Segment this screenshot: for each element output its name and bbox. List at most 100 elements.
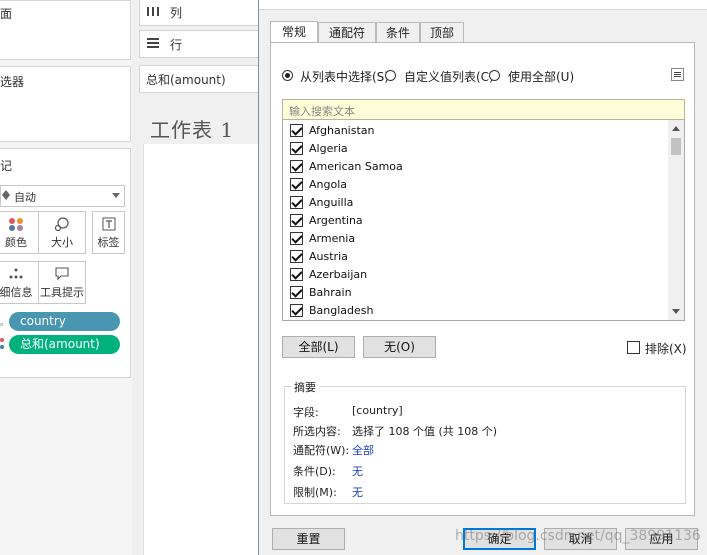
list-item-checkbox[interactable] bbox=[290, 178, 303, 191]
detail-button[interactable]: 细信息 bbox=[0, 261, 40, 304]
list-item-label: Argentina bbox=[309, 214, 363, 227]
filter-shelf-pill-label: 总和(amount) bbox=[146, 73, 226, 87]
list-item-checkbox[interactable] bbox=[290, 232, 303, 245]
summary-wildcard-key: 通配符(W): bbox=[293, 444, 350, 457]
filter-dialog: 常规 通配符 条件 顶部 从列表中选择(S) 自定义值列表(C) 使用全部(U)… bbox=[258, 0, 707, 555]
shelves-area: 列 行 总和(amount) 工作表 1 bbox=[132, 0, 260, 555]
summary-selection-value: 选择了 108 个值 (共 108 个) bbox=[352, 425, 498, 438]
scroll-thumb[interactable] bbox=[671, 138, 681, 155]
list-item-label: Anguilla bbox=[309, 196, 354, 209]
list-item-label: Bangladesh bbox=[309, 304, 374, 317]
list-item[interactable]: American Samoa bbox=[288, 158, 658, 176]
values-list[interactable]: Afghanistan Algeria American Samoa Angola An… bbox=[282, 120, 685, 321]
mark-type-icon bbox=[2, 190, 10, 200]
radio-use-all-label[interactable]: 使用全部(U) bbox=[508, 68, 574, 85]
summary-wildcard-link[interactable]: 全部 bbox=[352, 442, 374, 458]
sum-amount-pill[interactable]: 总和(amount) bbox=[9, 335, 120, 354]
filters-card: 选器 bbox=[0, 66, 131, 142]
tab-wildcard[interactable]: 通配符 bbox=[318, 22, 376, 42]
columns-shelf-label: 列 bbox=[170, 6, 183, 20]
color-dots-icon bbox=[9, 218, 23, 231]
label-icon bbox=[102, 217, 115, 231]
rows-icon bbox=[147, 38, 159, 48]
tab-top[interactable]: 顶部 bbox=[420, 22, 464, 42]
summary-field-value: [country] bbox=[352, 404, 403, 417]
marks-card: 记 自动 颜色 大小 标签 细信息 工具提示 ₒ country 总和(amou… bbox=[0, 148, 131, 378]
scroll-up-icon[interactable] bbox=[672, 126, 680, 131]
detail-icon bbox=[9, 268, 23, 279]
summary-limit-link[interactable]: 无 bbox=[352, 484, 363, 500]
chevron-down-icon bbox=[112, 193, 120, 198]
rows-shelf-label: 行 bbox=[170, 38, 183, 52]
list-item[interactable]: Austria bbox=[288, 248, 658, 266]
list-item[interactable]: Bahrain bbox=[288, 284, 658, 302]
filter-shelf-pill[interactable]: 总和(amount) bbox=[139, 65, 260, 93]
tab-general[interactable]: 常规 bbox=[270, 21, 318, 43]
list-item-label: Azerbaijan bbox=[309, 268, 368, 281]
list-item-checkbox[interactable] bbox=[290, 268, 303, 281]
radio-use-all[interactable] bbox=[489, 70, 500, 81]
list-item[interactable]: Bangladesh bbox=[288, 302, 658, 320]
summary-condition-key: 条件(D): bbox=[293, 465, 336, 478]
list-item[interactable]: Armenia bbox=[288, 230, 658, 248]
summary-limit-key: 限制(M): bbox=[293, 486, 337, 499]
list-item-checkbox[interactable] bbox=[290, 142, 303, 155]
list-item-checkbox[interactable] bbox=[290, 196, 303, 209]
left-side-panel: 面 选器 记 自动 颜色 大小 标签 细信息 工具提示 ₒ country 总和… bbox=[0, 0, 132, 555]
scroll-down-icon[interactable] bbox=[672, 309, 680, 314]
exclude-checkbox[interactable] bbox=[627, 341, 640, 354]
size-button-label: 大小 bbox=[51, 236, 73, 249]
detail-button-label: 细信息 bbox=[0, 286, 33, 299]
list-item[interactable]: Azerbaijan bbox=[288, 266, 658, 284]
list-item-label: Afghanistan bbox=[309, 124, 375, 137]
columns-shelf[interactable]: 列 bbox=[139, 0, 260, 26]
tooltip-icon bbox=[55, 267, 69, 281]
radio-select-from-list[interactable] bbox=[282, 70, 293, 81]
size-button[interactable]: 大小 bbox=[38, 211, 86, 254]
list-scrollbar[interactable] bbox=[668, 120, 684, 320]
dialog-title-bar bbox=[259, 0, 707, 10]
list-item[interactable]: Afghanistan bbox=[288, 122, 658, 140]
reset-button[interactable]: 重置 bbox=[272, 528, 345, 550]
pages-card-title: 面 bbox=[0, 7, 13, 21]
list-item-label: Austria bbox=[309, 250, 348, 263]
mark-type-dropdown[interactable]: 自动 bbox=[0, 185, 125, 207]
radio-custom-list[interactable] bbox=[385, 70, 396, 81]
list-item-checkbox[interactable] bbox=[290, 214, 303, 227]
radio-custom-list-label[interactable]: 自定义值列表(C) bbox=[404, 68, 494, 85]
label-button[interactable]: 标签 bbox=[92, 211, 125, 254]
select-all-button[interactable]: 全部(L) bbox=[282, 336, 355, 358]
list-item-checkbox[interactable] bbox=[290, 160, 303, 173]
tab-condition[interactable]: 条件 bbox=[376, 22, 420, 42]
marks-card-title: 记 bbox=[0, 159, 13, 173]
summary-title: 摘要 bbox=[291, 379, 319, 395]
exclude-label[interactable]: 排除(X) bbox=[645, 340, 687, 357]
color-button[interactable]: 颜色 bbox=[0, 211, 40, 254]
list-item[interactable]: Anguilla bbox=[288, 194, 658, 212]
list-item-label: Angola bbox=[309, 178, 348, 191]
country-pill[interactable]: country bbox=[9, 312, 120, 331]
list-item[interactable]: Argentina bbox=[288, 212, 658, 230]
search-input[interactable]: 输入搜索文本 bbox=[282, 99, 685, 120]
tooltip-button-label: 工具提示 bbox=[40, 286, 84, 299]
pages-card: 面 bbox=[0, 0, 131, 60]
summary-selection-key: 所选内容: bbox=[293, 425, 341, 438]
size-icon bbox=[54, 217, 69, 231]
list-menu-icon[interactable] bbox=[671, 68, 684, 81]
filters-card-title: 选器 bbox=[0, 75, 25, 89]
list-item-checkbox[interactable] bbox=[290, 286, 303, 299]
list-item-checkbox[interactable] bbox=[290, 124, 303, 137]
summary-field-key: 字段: bbox=[293, 406, 319, 419]
list-item-label: Algeria bbox=[309, 142, 348, 155]
list-item[interactable]: Algeria bbox=[288, 140, 658, 158]
list-item[interactable]: Angola bbox=[288, 176, 658, 194]
list-item-checkbox[interactable] bbox=[290, 250, 303, 263]
radio-select-from-list-label[interactable]: 从列表中选择(S) bbox=[300, 68, 389, 85]
select-none-button[interactable]: 无(O) bbox=[363, 336, 436, 358]
list-item-checkbox[interactable] bbox=[290, 304, 303, 317]
watermark-text: https://blog.csdn.net/qq_38991136 bbox=[455, 528, 701, 544]
tooltip-button[interactable]: 工具提示 bbox=[38, 261, 86, 304]
rows-shelf[interactable]: 行 bbox=[139, 30, 260, 58]
summary-condition-link[interactable]: 无 bbox=[352, 463, 363, 479]
list-item-label: Bahrain bbox=[309, 286, 352, 299]
